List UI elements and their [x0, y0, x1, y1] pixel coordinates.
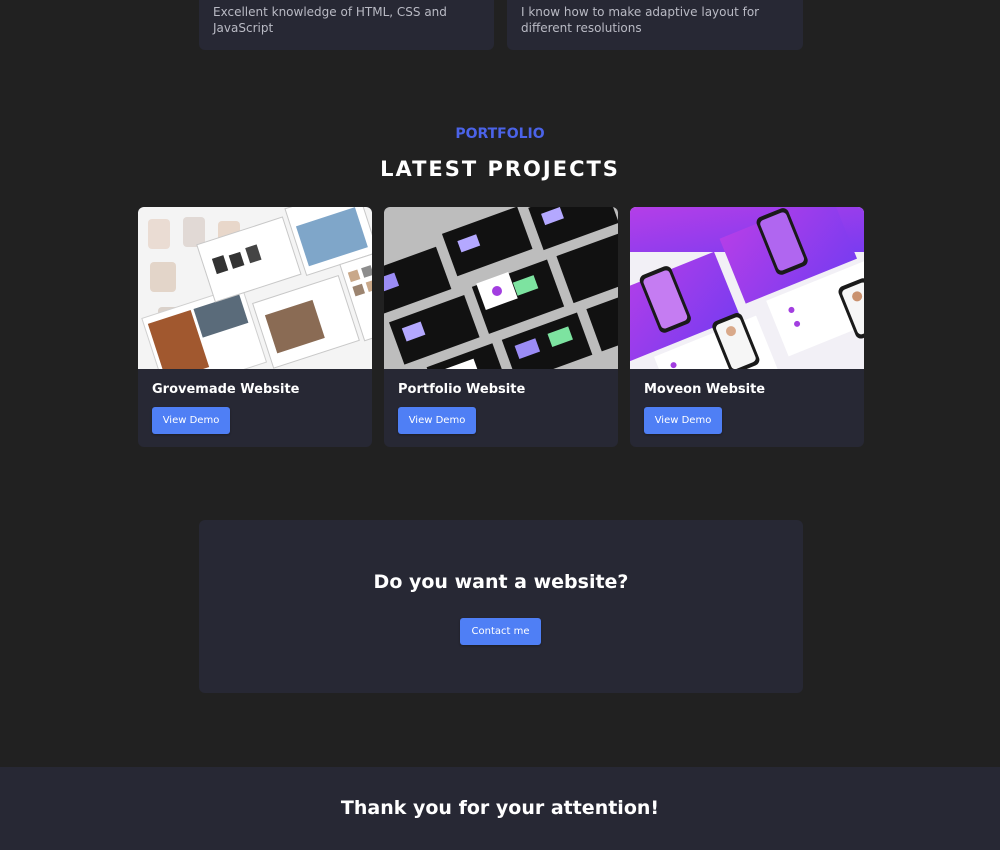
- skill-text: Excellent knowledge of HTML, CSS and Jav…: [213, 5, 447, 35]
- portfolio-eyebrow: PORTFOLIO: [455, 126, 545, 142]
- project-card-moveon: Moveon Website View Demo: [630, 207, 864, 447]
- skill-card: Excellent knowledge of HTML, CSS and Jav…: [199, 0, 494, 50]
- project-thumbnail: [138, 207, 372, 369]
- project-card-grovemade: Grovemade Website View Demo: [138, 207, 372, 447]
- view-demo-button[interactable]: View Demo: [644, 407, 722, 434]
- skills-row: Excellent knowledge of HTML, CSS and Jav…: [199, 0, 803, 50]
- section-title: LATEST PROJECTS: [380, 157, 620, 181]
- contact-me-button[interactable]: Contact me: [460, 618, 541, 645]
- view-demo-button[interactable]: View Demo: [152, 407, 230, 434]
- projects-grid: Grovemade Website View Demo Portfolio We…: [138, 207, 864, 447]
- project-thumbnail: [630, 207, 864, 369]
- skill-card: I know how to make adaptive layout for d…: [507, 0, 803, 50]
- project-title: Grovemade Website: [152, 382, 300, 397]
- footer: Thank you for your attention!: [0, 767, 1000, 850]
- cta-title: Do you want a website?: [373, 571, 629, 593]
- project-title: Portfolio Website: [398, 382, 526, 397]
- project-thumbnail: [384, 207, 618, 369]
- skill-text: I know how to make adaptive layout for d…: [521, 5, 760, 35]
- project-card-portfolio: Portfolio Website View Demo: [384, 207, 618, 447]
- footer-text: Thank you for your attention!: [340, 797, 660, 819]
- view-demo-button[interactable]: View Demo: [398, 407, 476, 434]
- project-title: Moveon Website: [644, 382, 766, 397]
- cta-card: Do you want a website? Contact me: [199, 520, 803, 693]
